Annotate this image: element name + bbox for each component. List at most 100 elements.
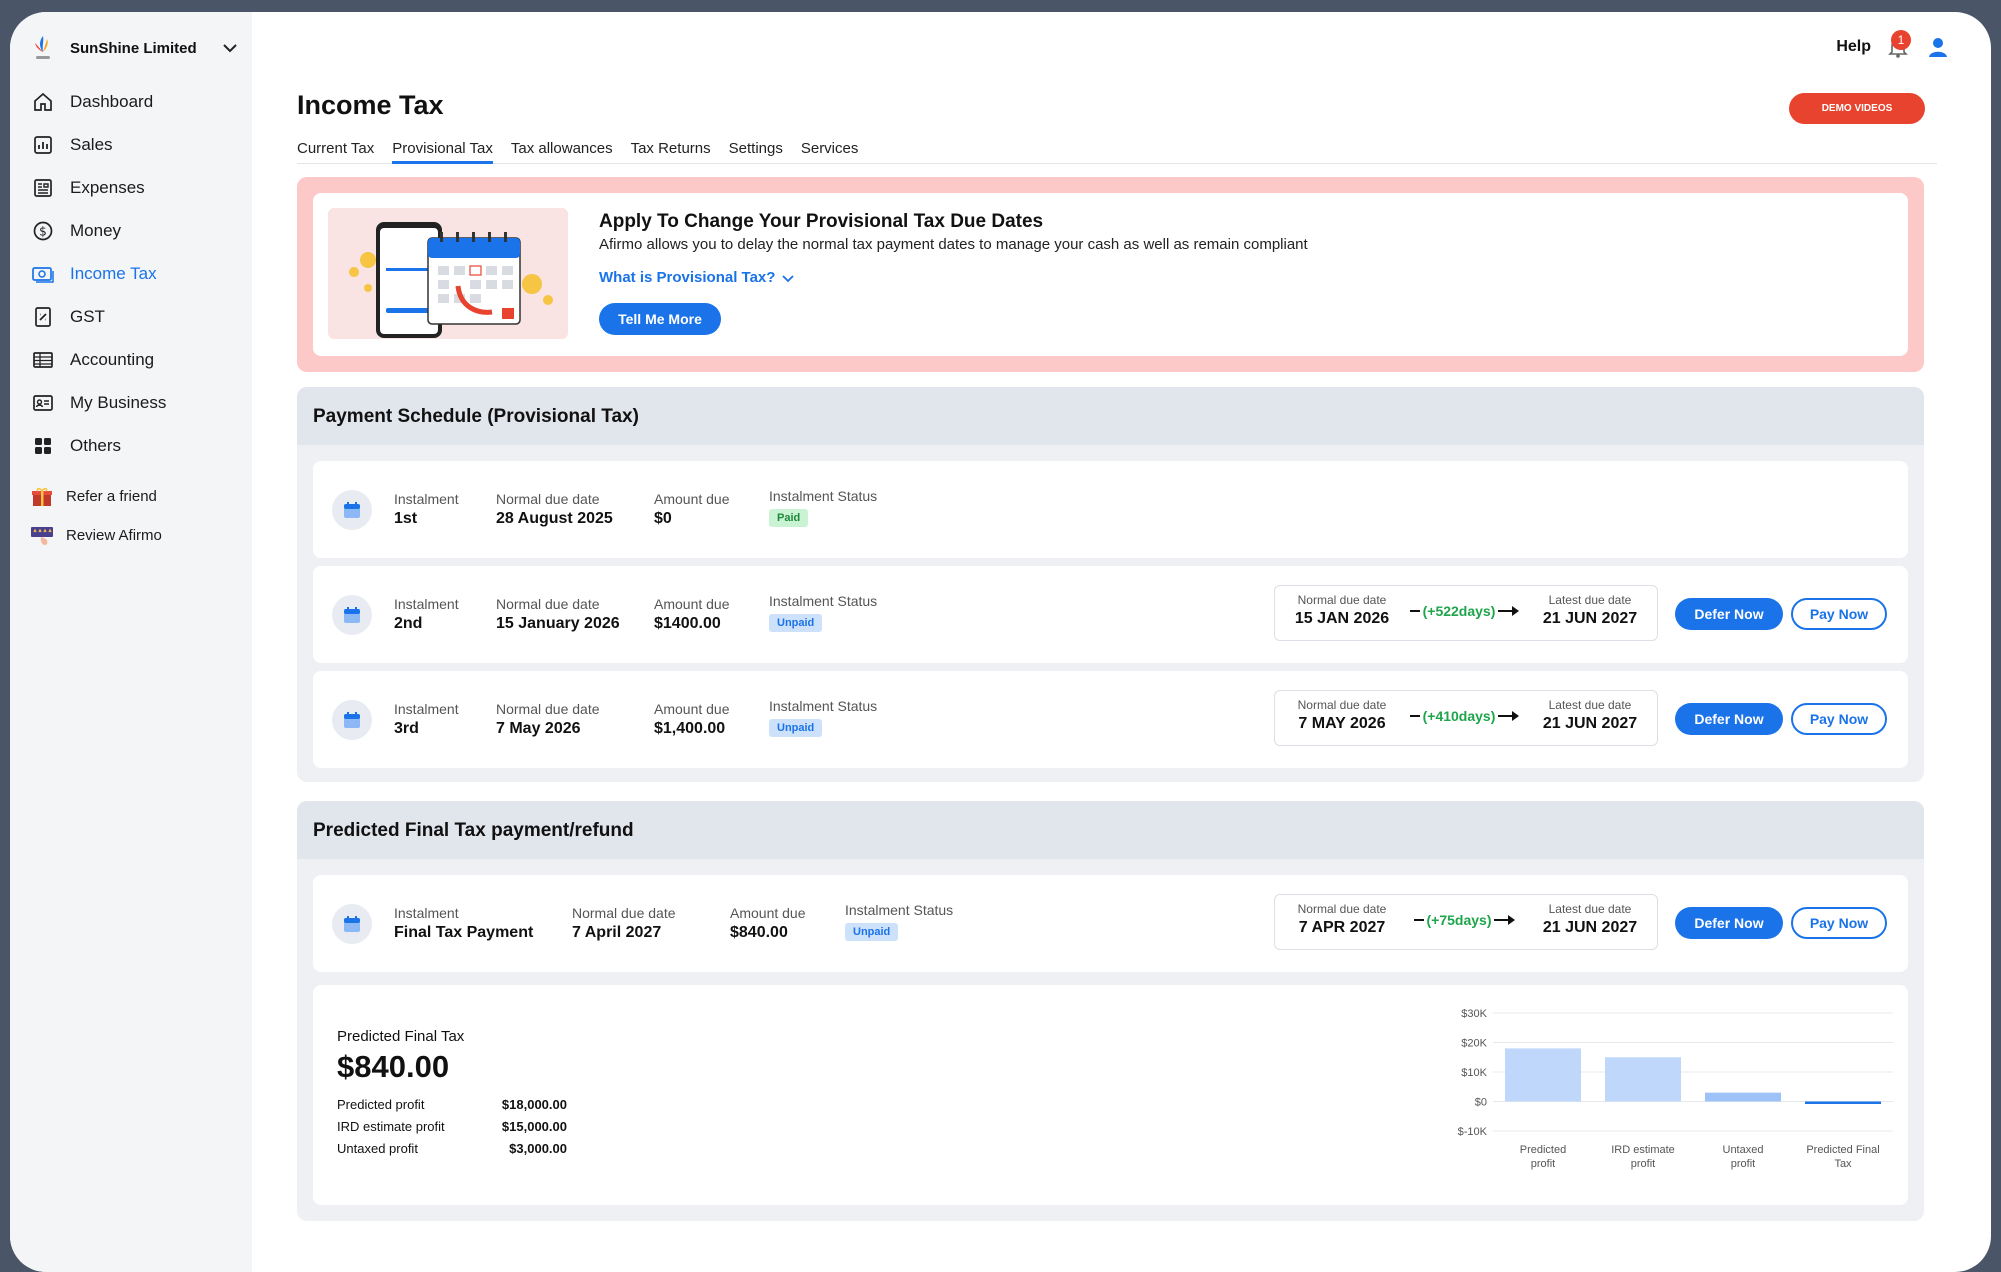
user-avatar-icon[interactable] bbox=[1925, 34, 1951, 60]
home-icon bbox=[34, 92, 52, 111]
normal-due-value: 28 August 2025 bbox=[496, 510, 613, 527]
chevron-down-icon bbox=[782, 274, 795, 282]
sidebar-item-expenses[interactable]: Expenses bbox=[30, 166, 240, 209]
due-date-comparison: Normal due date 7 APR 2027 (+75days) Late… bbox=[1274, 894, 1658, 950]
sidebar-item-gst[interactable]: GST bbox=[30, 295, 240, 338]
instalment-value: Final Tax Payment bbox=[394, 924, 534, 941]
sidebar-item-label: My Business bbox=[70, 392, 167, 412]
tab-settings[interactable]: Settings bbox=[729, 127, 783, 164]
page-title: Income Tax bbox=[297, 90, 444, 120]
sidebar-item-review[interactable]: Review Afirmo bbox=[30, 516, 240, 555]
final-tax-summary: Predicted Final Tax $840.00 Predicted pr… bbox=[313, 985, 1908, 1205]
defer-now-button[interactable]: Defer Now bbox=[1675, 703, 1783, 735]
sidebar-item-my-business[interactable]: My Business bbox=[30, 381, 240, 424]
notifications-button[interactable]: 1 bbox=[1885, 30, 1911, 60]
instalment-value: 2nd bbox=[394, 615, 423, 632]
status-badge: Unpaid bbox=[845, 923, 899, 941]
tab-tax-allowances[interactable]: Tax allowances bbox=[511, 127, 613, 164]
promo-link-label: What is Provisional Tax? bbox=[599, 269, 776, 286]
tab-bar: Current Tax Provisional Tax Tax allowanc… bbox=[297, 127, 1937, 164]
box-latest-label: Latest due date bbox=[1548, 698, 1632, 712]
normal-due-value: 7 April 2027 bbox=[572, 924, 662, 941]
breakdown-value: $15,000.00 bbox=[501, 1119, 567, 1134]
sidebar-item-label: Expenses bbox=[70, 177, 145, 197]
sidebar-item-refer[interactable]: Refer a friend bbox=[30, 477, 240, 516]
instalment-label: Instalment bbox=[394, 905, 459, 921]
chart-bar bbox=[1805, 1101, 1881, 1104]
delay-indicator: (+410days) bbox=[1403, 708, 1527, 724]
delay-indicator: (+522days) bbox=[1403, 603, 1527, 619]
promo-card: Apply To Change Your Provisional Tax Due… bbox=[313, 193, 1908, 356]
normal-due-value: 7 May 2026 bbox=[496, 720, 581, 737]
chevron-down-icon[interactable] bbox=[220, 38, 240, 58]
tell-me-more-button[interactable]: Tell Me More bbox=[599, 303, 721, 335]
box-normal-label: Normal due date bbox=[1297, 698, 1387, 712]
amount-due-label: Amount due bbox=[654, 701, 730, 717]
demo-videos-button[interactable]: DEMO VIDEOS bbox=[1789, 93, 1925, 124]
status-badge: Paid bbox=[769, 509, 809, 527]
sales-chart-icon bbox=[34, 135, 52, 154]
breakdown-value: $18,000.00 bbox=[501, 1097, 567, 1112]
breakdown-value: $3,000.00 bbox=[509, 1141, 567, 1156]
sidebar-item-sales[interactable]: Sales bbox=[30, 123, 240, 166]
tab-services[interactable]: Services bbox=[801, 127, 859, 164]
defer-now-button[interactable]: Defer Now bbox=[1675, 598, 1783, 630]
instalment-value: 3rd bbox=[394, 720, 419, 737]
tab-current-tax[interactable]: Current Tax bbox=[297, 127, 374, 164]
sidebar-item-accounting[interactable]: Accounting bbox=[30, 338, 240, 381]
box-latest-value: 21 JUN 2027 bbox=[1542, 919, 1638, 936]
pay-now-button[interactable]: Pay Now bbox=[1791, 598, 1887, 630]
pay-now-button[interactable]: Pay Now bbox=[1791, 703, 1887, 735]
sidebar-item-income-tax[interactable]: Income Tax bbox=[30, 252, 240, 295]
instalment-value: 1st bbox=[394, 510, 418, 527]
status-label: Instalment Status bbox=[769, 593, 878, 609]
chart-x-tick-label: profit bbox=[1531, 1158, 1555, 1170]
amount-due-value: $1,400.00 bbox=[654, 720, 726, 737]
pay-now-button[interactable]: Pay Now bbox=[1791, 907, 1887, 939]
company-name: SunShine Limited bbox=[70, 39, 197, 57]
chart-bar bbox=[1605, 1057, 1681, 1102]
box-normal-label: Normal due date bbox=[1297, 593, 1387, 607]
sidebar-nav: Dashboard Sales Expenses $ Money Income … bbox=[30, 80, 240, 555]
sidebar-item-money[interactable]: $ Money bbox=[30, 209, 240, 252]
id-card-icon bbox=[33, 394, 53, 411]
profit-bar-chart: $-10K $0 $10K $20K $30K Predicted profit IRD es… bbox=[1458, 1008, 1893, 1170]
predicted-final-tax-label: Predicted Final Tax bbox=[337, 1028, 465, 1045]
sidebar: SunShine Limited Dashboard Sales Expense… bbox=[10, 12, 252, 1272]
chart-y-tick-label: $20K bbox=[1461, 1038, 1487, 1050]
tab-provisional-tax[interactable]: Provisional Tax bbox=[392, 127, 493, 164]
breakdown-row: Predicted profit $18,000.00 bbox=[337, 1097, 567, 1119]
breakdown-row: Untaxed profit $3,000.00 bbox=[337, 1141, 567, 1163]
calendar-icon bbox=[332, 595, 372, 635]
provisional-tax-info-link[interactable]: What is Provisional Tax? bbox=[599, 269, 795, 286]
delay-days: (+75days) bbox=[1426, 912, 1492, 928]
company-switcher[interactable]: SunShine Limited bbox=[30, 28, 240, 68]
amount-due-label: Amount due bbox=[654, 596, 730, 612]
chart-x-tick-label: profit bbox=[1631, 1158, 1655, 1170]
status-label: Instalment Status bbox=[845, 902, 954, 918]
grid-icon bbox=[35, 437, 51, 454]
app-window: SunShine Limited Dashboard Sales Expense… bbox=[10, 12, 1991, 1272]
amount-due-value: $1400.00 bbox=[654, 615, 721, 632]
delay-days: (+410days) bbox=[1422, 708, 1496, 724]
promo-title: Apply To Change Your Provisional Tax Due… bbox=[599, 211, 1044, 232]
sidebar-item-dashboard[interactable]: Dashboard bbox=[30, 80, 240, 123]
sidebar-item-others[interactable]: Others bbox=[30, 424, 240, 467]
amount-due-label: Amount due bbox=[654, 491, 730, 507]
breakdown-label: Predicted profit bbox=[337, 1097, 425, 1112]
due-date-comparison: Normal due date 7 MAY 2026 (+410days) Lat… bbox=[1274, 690, 1658, 746]
sidebar-item-label: Others bbox=[70, 435, 122, 455]
defer-now-button[interactable]: Defer Now bbox=[1675, 907, 1783, 939]
breakdown-label: Untaxed profit bbox=[337, 1141, 418, 1156]
sidebar-item-label: Accounting bbox=[70, 349, 155, 369]
instalment-row: Instalment 2nd Normal due date 15 January … bbox=[313, 566, 1908, 663]
section-title: Payment Schedule (Provisional Tax) bbox=[297, 387, 1924, 445]
chart-x-tick-label: Predicted bbox=[1520, 1144, 1566, 1156]
help-link[interactable]: Help bbox=[1836, 38, 1871, 56]
ledger-icon bbox=[33, 351, 53, 368]
box-normal-value: 7 MAY 2026 bbox=[1298, 715, 1386, 732]
money-icon bbox=[32, 266, 54, 283]
chart-x-tick-label: IRD estimate bbox=[1611, 1144, 1675, 1156]
company-logo-icon bbox=[35, 36, 50, 59]
tab-tax-returns[interactable]: Tax Returns bbox=[631, 127, 711, 164]
